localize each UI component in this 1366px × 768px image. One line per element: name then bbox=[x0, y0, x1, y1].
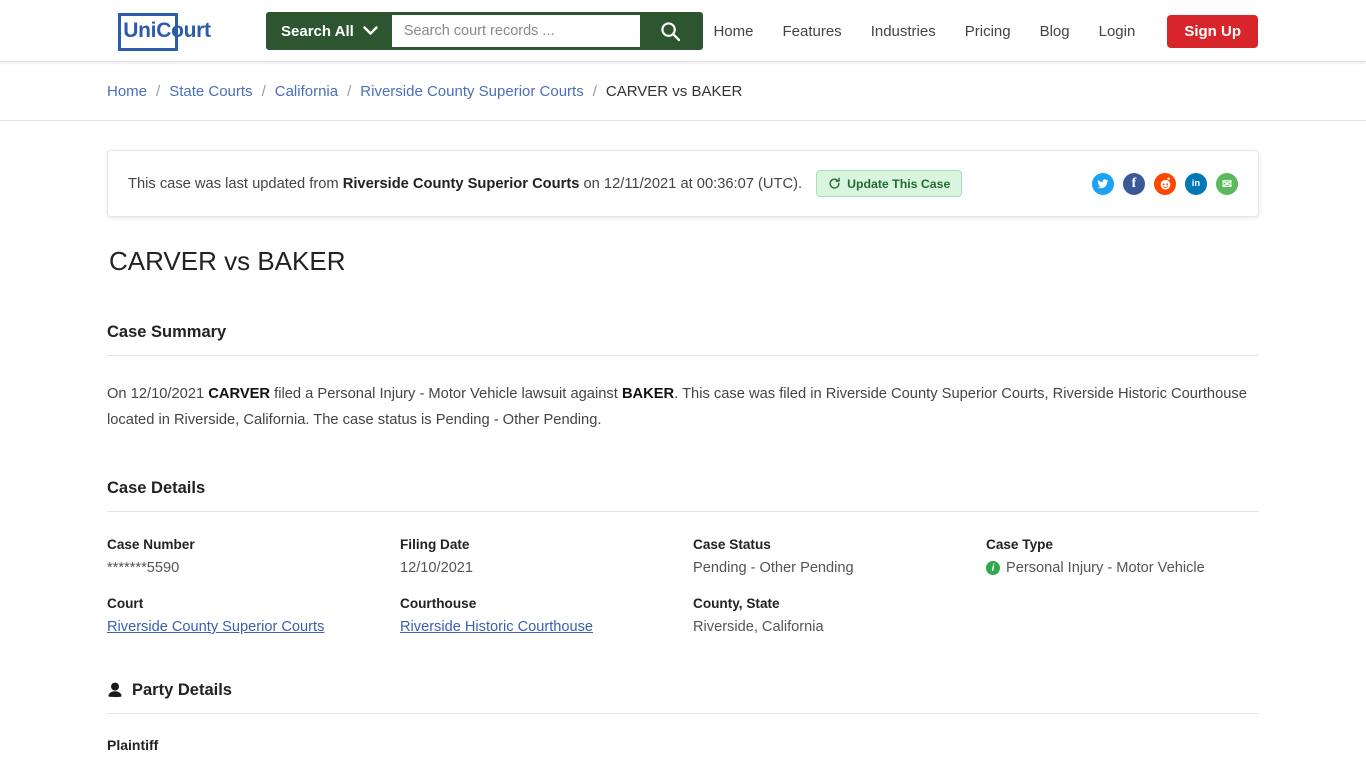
update-this-case-button[interactable]: Update This Case bbox=[816, 170, 963, 197]
party-role-label: Plaintiff bbox=[107, 737, 159, 753]
detail-courthouse: Courthouse Riverside Historic Courthouse bbox=[400, 596, 693, 635]
person-icon bbox=[108, 682, 122, 698]
breadcrumb-separator: / bbox=[347, 82, 352, 100]
detail-filing-date: Filing Date 12/10/2021 bbox=[400, 537, 693, 576]
detail-value: Personal Injury - Motor Vehicle bbox=[1006, 560, 1205, 576]
breadcrumb-separator: / bbox=[261, 82, 266, 100]
detail-label: Court bbox=[107, 596, 144, 611]
search-scope-label: Search All bbox=[281, 22, 354, 40]
refresh-icon bbox=[829, 177, 840, 189]
detail-value: *******5590 bbox=[107, 560, 180, 576]
twitter-icon[interactable] bbox=[1092, 172, 1114, 195]
detail-county-state: County, State Riverside, California bbox=[693, 596, 986, 635]
nav-home[interactable]: Home bbox=[713, 23, 753, 40]
twitter-bird-icon bbox=[1097, 178, 1109, 188]
email-icon[interactable]: ✉ bbox=[1216, 172, 1238, 195]
main-nav: Home Features Industries Pricing Blog Lo… bbox=[713, 0, 1258, 62]
detail-value-wrap: Riverside County Superior Courts bbox=[107, 619, 400, 635]
case-details-grid: Case Number *******5590 Filing Date 12/1… bbox=[107, 537, 1259, 635]
breadcrumb-item-home[interactable]: Home bbox=[107, 83, 147, 100]
detail-label: Case Number bbox=[107, 537, 195, 552]
unicourt-logo[interactable]: UniCourt bbox=[118, 11, 212, 51]
reddit-alien-icon bbox=[1160, 177, 1170, 190]
reddit-icon[interactable] bbox=[1154, 172, 1176, 195]
summary-defendant: BAKER bbox=[621, 386, 675, 402]
detail-value: 12/10/2021 bbox=[400, 560, 474, 576]
search-icon bbox=[660, 21, 680, 41]
courthouse-link[interactable]: Riverside Historic Courthouse bbox=[400, 619, 593, 635]
detail-case-type: Case Type i Personal Injury - Motor Vehi… bbox=[986, 537, 1259, 576]
search-scope-dropdown[interactable]: Search All bbox=[269, 15, 392, 47]
banner-text-before: This case was last updated from bbox=[128, 175, 339, 192]
detail-case-number: Case Number *******5590 bbox=[107, 537, 400, 576]
case-summary-heading-label: Case Summary bbox=[107, 323, 227, 341]
detail-court: Court Riverside County Superior Courts bbox=[107, 596, 400, 635]
detail-value: Pending - Other Pending bbox=[693, 560, 854, 576]
search-input[interactable] bbox=[391, 15, 640, 47]
site-header: UniCourt Search All Home Features Indust… bbox=[0, 0, 1366, 62]
detail-label: County, State bbox=[693, 596, 780, 611]
court-link[interactable]: Riverside County Superior Courts bbox=[107, 619, 324, 635]
breadcrumb-item-court[interactable]: Riverside County Superior Courts bbox=[360, 83, 583, 100]
detail-label: Case Status bbox=[693, 537, 771, 552]
detail-label: Filing Date bbox=[400, 537, 470, 552]
info-icon[interactable]: i bbox=[986, 561, 1000, 575]
detail-value-wrap: Riverside Historic Courthouse bbox=[400, 619, 693, 635]
banner-time: 00:36:07 (UTC). bbox=[696, 175, 803, 192]
logo-text: UniCourt bbox=[119, 19, 211, 43]
breadcrumb-separator: / bbox=[592, 82, 597, 100]
nav-industries[interactable]: Industries bbox=[871, 23, 936, 40]
last-updated-text: This case was last updated from Riversid… bbox=[128, 176, 802, 192]
party-details-heading: Party Details bbox=[107, 681, 1259, 714]
banner-date: 12/11/2021 bbox=[603, 175, 677, 192]
logo-text-uni: Uni bbox=[123, 19, 157, 42]
case-details-heading: Case Details bbox=[107, 479, 1259, 512]
search-submit-button[interactable] bbox=[640, 15, 700, 47]
nav-login[interactable]: Login bbox=[1099, 23, 1136, 40]
nav-blog[interactable]: Blog bbox=[1040, 23, 1070, 40]
linkedin-icon[interactable]: in bbox=[1185, 172, 1207, 195]
summary-plaintiff: CARVER bbox=[208, 386, 271, 402]
update-button-label: Update This Case bbox=[847, 176, 951, 191]
detail-value-wrap: i Personal Injury - Motor Vehicle bbox=[986, 560, 1259, 576]
detail-value: Riverside, California bbox=[693, 619, 824, 635]
breadcrumb-separator: / bbox=[156, 82, 161, 100]
nav-features[interactable]: Features bbox=[782, 23, 841, 40]
breadcrumb: Home / State Courts / California / River… bbox=[0, 62, 1366, 121]
page-title: CARVER vs BAKER bbox=[109, 246, 346, 276]
logo-text-court: Court bbox=[156, 19, 211, 42]
detail-label: Case Type bbox=[986, 537, 1053, 552]
case-details-heading-label: Case Details bbox=[107, 479, 206, 497]
breadcrumb-item-state-courts[interactable]: State Courts bbox=[169, 83, 252, 100]
detail-empty-cell bbox=[986, 596, 1259, 635]
last-updated-banner: This case was last updated from Riversid… bbox=[107, 150, 1259, 217]
chevron-down-icon bbox=[363, 26, 378, 35]
detail-case-status: Case Status Pending - Other Pending bbox=[693, 537, 986, 576]
detail-label: Courthouse bbox=[400, 596, 477, 611]
facebook-icon[interactable]: f bbox=[1123, 172, 1145, 195]
banner-text-middle: on bbox=[583, 175, 600, 192]
signup-button[interactable]: Sign Up bbox=[1167, 14, 1258, 48]
page-content: This case was last updated from Riversid… bbox=[0, 150, 1366, 768]
case-summary-heading: Case Summary bbox=[107, 323, 1259, 356]
social-share-group: f in ✉ bbox=[1092, 172, 1238, 195]
summary-prefix: On 12/10/2021 bbox=[107, 386, 205, 402]
breadcrumb-current: CARVER vs BAKER bbox=[605, 82, 743, 100]
case-summary-text: On 12/10/2021 CARVER filed a Personal In… bbox=[107, 381, 1259, 433]
breadcrumb-item-california[interactable]: California bbox=[275, 83, 338, 100]
party-details-heading-label: Party Details bbox=[132, 681, 232, 699]
nav-pricing[interactable]: Pricing bbox=[965, 23, 1011, 40]
search-bar: Search All bbox=[266, 12, 703, 50]
banner-source-court: Riverside County Superior Courts bbox=[342, 175, 580, 192]
summary-middle: filed a Personal Injury - Motor Vehicle … bbox=[274, 386, 618, 402]
banner-text-at: at bbox=[680, 175, 693, 192]
